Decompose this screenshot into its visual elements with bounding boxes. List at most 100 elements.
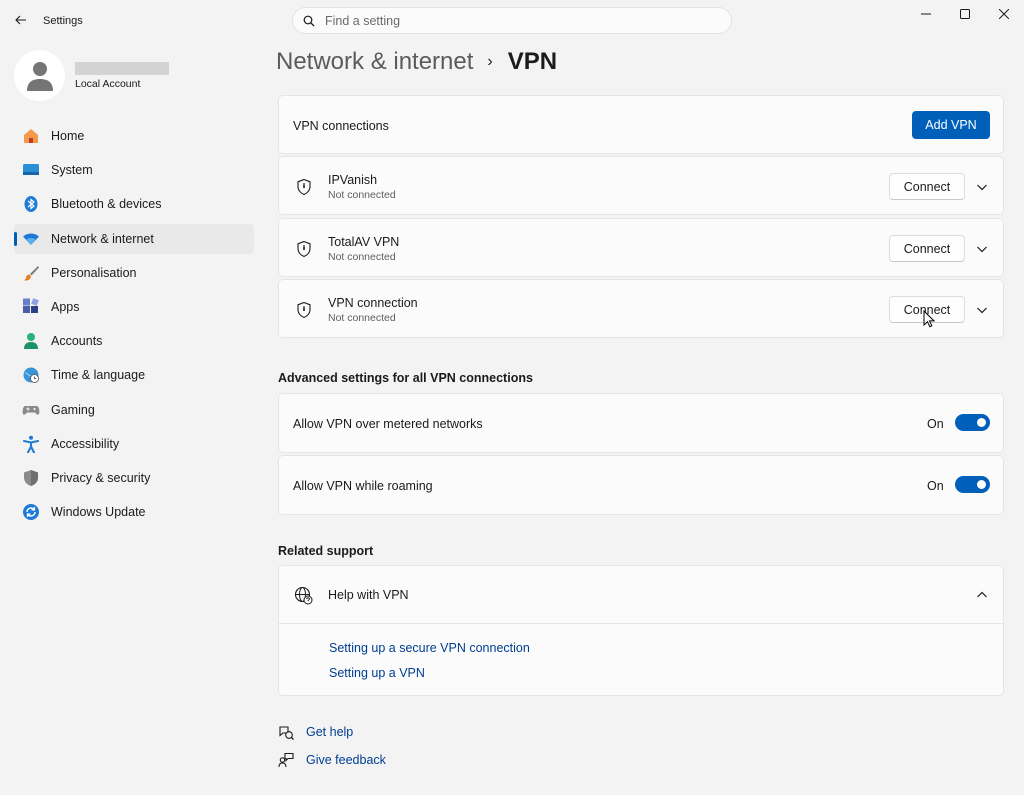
setting-metered-networks: Allow VPN over metered networks On: [278, 393, 1004, 453]
connect-button[interactable]: Connect: [889, 173, 965, 200]
sidebar-item-label: Accessibility: [51, 436, 120, 451]
help-with-vpn-card: Help with VPN Setting up a secure VPN co…: [278, 565, 1004, 696]
sidebar-item-system[interactable]: System: [14, 155, 254, 185]
setting-label: Allow VPN while roaming: [293, 479, 433, 493]
help-title[interactable]: Help with VPN: [328, 588, 409, 602]
vpn-name: VPN connection: [328, 296, 418, 310]
vpn-item-totalav[interactable]: TotalAV VPN Not connected Connect: [278, 218, 1004, 277]
divider: [279, 623, 1003, 624]
sidebar-item-privacy[interactable]: Privacy & security: [14, 463, 254, 493]
sidebar-item-accessibility[interactable]: Accessibility: [14, 429, 254, 459]
sidebar-nav: Home System Bluetooth & devices Network …: [14, 121, 254, 531]
search-input[interactable]: [325, 13, 705, 28]
maximize-button[interactable]: [945, 4, 985, 24]
paintbrush-icon: [22, 264, 40, 282]
sidebar-item-label: Accounts: [51, 334, 103, 349]
title-bar: Settings: [0, 0, 1024, 40]
vpn-shield-icon: [297, 178, 311, 196]
sidebar-item-label: System: [51, 163, 93, 178]
sidebar-item-label: Windows Update: [51, 505, 146, 520]
chevron-down-icon[interactable]: [975, 242, 989, 256]
search-icon: [303, 15, 315, 26]
maximize-icon: [960, 9, 970, 19]
vpn-status: Not connected: [328, 312, 396, 324]
wifi-icon: [22, 230, 40, 248]
page-title: VPN: [507, 48, 558, 75]
get-help-label: Get help: [306, 725, 354, 739]
give-feedback-link[interactable]: Give feedback: [278, 752, 386, 768]
sidebar-item-label: Privacy & security: [51, 470, 151, 485]
sidebar-item-windows-update[interactable]: Windows Update: [14, 497, 254, 527]
minimize-button[interactable]: [906, 4, 946, 24]
setting-label: Allow VPN over metered networks: [293, 417, 483, 431]
sidebar-item-label: Bluetooth & devices: [51, 197, 162, 212]
mouse-cursor-icon: [923, 310, 935, 328]
sidebar-item-home[interactable]: Home: [14, 121, 254, 151]
related-support-heading: Related support: [278, 544, 374, 558]
sidebar-item-label: Gaming: [51, 402, 95, 417]
advanced-settings-heading: Advanced settings for all VPN connection…: [278, 371, 533, 385]
give-feedback-label: Give feedback: [306, 753, 386, 767]
sidebar-item-bluetooth[interactable]: Bluetooth & devices: [14, 189, 254, 219]
close-button[interactable]: [984, 4, 1024, 24]
breadcrumb-separator: ›: [487, 53, 493, 70]
sidebar-item-label: Apps: [51, 299, 80, 314]
search-box[interactable]: [292, 7, 732, 34]
account-type: Local Account: [75, 78, 141, 90]
sidebar-item-time-language[interactable]: Time & language: [14, 360, 254, 390]
breadcrumb-parent[interactable]: Network & internet: [276, 48, 473, 76]
vpn-item-ipvanish[interactable]: IPVanish Not connected Connect: [278, 156, 1004, 215]
close-icon: [999, 9, 1009, 19]
metered-networks-toggle[interactable]: [955, 414, 990, 431]
vpn-shield-icon: [297, 301, 311, 319]
vpn-connections-card: VPN connections Add VPN: [278, 95, 1004, 154]
chevron-up-icon[interactable]: [975, 588, 989, 602]
sidebar-item-accounts[interactable]: Accounts: [14, 326, 254, 356]
vpn-connections-label: VPN connections: [293, 119, 389, 133]
sidebar-item-personalisation[interactable]: Personalisation: [14, 258, 254, 288]
monitor-icon: [22, 161, 40, 179]
setting-roaming: Allow VPN while roaming On: [278, 455, 1004, 515]
get-help-link[interactable]: Get help: [278, 724, 353, 740]
sidebar-item-network[interactable]: Network & internet: [14, 223, 254, 254]
connect-button[interactable]: Connect: [889, 235, 965, 262]
vpn-name: IPVanish: [328, 173, 378, 187]
roaming-toggle[interactable]: [955, 476, 990, 493]
chevron-down-icon[interactable]: [975, 180, 989, 194]
vpn-item-vpn-connection[interactable]: VPN connection Not connected Connect: [278, 279, 1004, 338]
help-link-secure-vpn[interactable]: Setting up a secure VPN connection: [329, 641, 530, 655]
sidebar-item-apps[interactable]: Apps: [14, 292, 254, 322]
accessibility-icon: [22, 435, 40, 453]
toggle-state-label: On: [927, 479, 944, 493]
add-vpn-button[interactable]: Add VPN: [912, 111, 990, 139]
avatar: [14, 50, 65, 101]
help-link-setup-vpn[interactable]: Setting up a VPN: [329, 666, 425, 680]
sidebar-item-label: Personalisation: [51, 265, 137, 280]
update-icon: [22, 503, 40, 521]
vpn-status: Not connected: [328, 189, 396, 201]
gamepad-icon: [22, 401, 40, 419]
app-title: Settings: [43, 15, 83, 27]
sidebar-item-label: Time & language: [51, 368, 146, 383]
back-button[interactable]: [10, 10, 32, 30]
vpn-status: Not connected: [328, 251, 396, 263]
sidebar-item-gaming[interactable]: Gaming: [14, 395, 254, 425]
person-avatar-icon: [26, 61, 53, 91]
feedback-icon: [278, 752, 294, 768]
vpn-shield-icon: [297, 240, 311, 258]
sidebar-item-label: Network & internet: [51, 231, 154, 246]
minimize-icon: [921, 13, 931, 15]
toggle-state-label: On: [927, 417, 944, 431]
back-arrow-icon: [15, 15, 26, 25]
bluetooth-icon: [22, 195, 40, 213]
vpn-name: TotalAV VPN: [328, 235, 400, 249]
globe-clock-icon: [22, 366, 40, 384]
redacted-username: [75, 62, 169, 75]
globe-help-icon: [294, 586, 313, 605]
breadcrumb: Network & internet › VPN: [276, 48, 557, 76]
shield-icon: [22, 469, 40, 487]
person-icon: [22, 332, 40, 350]
home-icon: [22, 127, 40, 145]
user-profile[interactable]: Local Account: [14, 50, 244, 101]
chevron-down-icon[interactable]: [975, 303, 989, 317]
